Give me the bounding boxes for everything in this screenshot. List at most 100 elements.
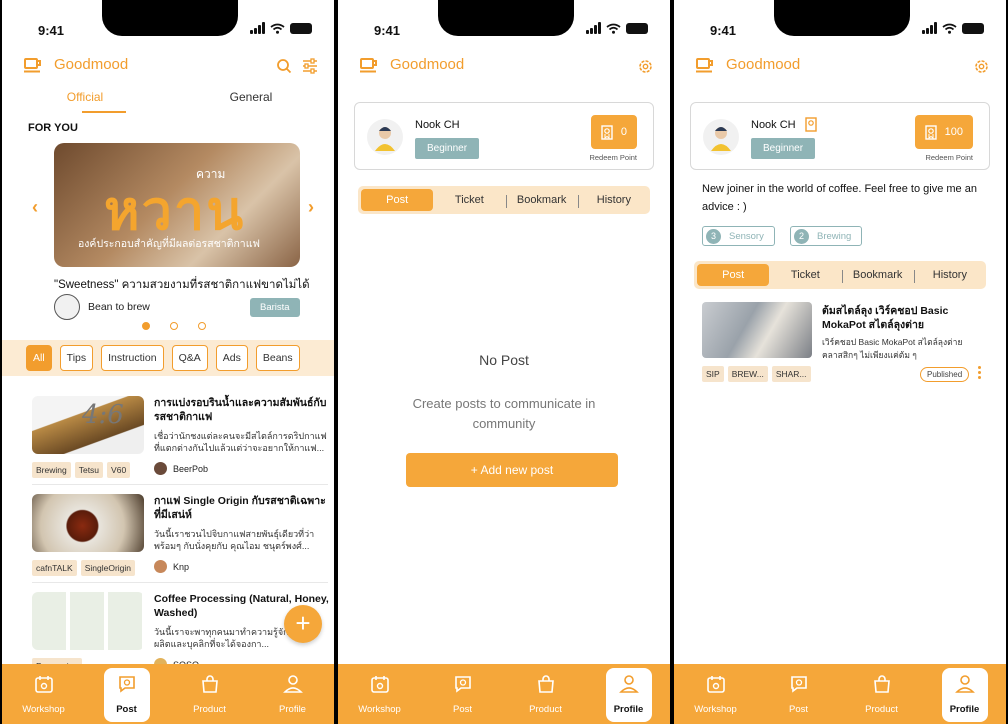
status-icons xyxy=(922,22,984,34)
nav-post[interactable]: Post xyxy=(85,664,168,724)
status-bar: 9:41 xyxy=(674,0,1006,48)
settings-gear-icon[interactable] xyxy=(973,58,990,75)
feed-tabs: Official General xyxy=(2,90,334,116)
post-chat-icon xyxy=(454,676,471,693)
carousel-prev-icon[interactable]: ‹ xyxy=(32,197,38,218)
search-icon[interactable] xyxy=(276,58,292,74)
author-avatar xyxy=(154,462,167,475)
chip-tips[interactable]: Tips xyxy=(59,345,94,371)
author-avatar xyxy=(154,560,167,573)
tab-bookmark[interactable]: Bookmark xyxy=(505,194,578,208)
points-button[interactable]: 0 xyxy=(590,115,637,149)
nav-product[interactable]: Product xyxy=(504,664,587,724)
nav-post[interactable]: Post xyxy=(757,664,840,724)
user-post-item[interactable]: ต้มสไตล์ลุง เวิร์คชอป Basic MokaPot สไตล… xyxy=(702,302,992,386)
skill-badge-brewing[interactable]: 2 Brewing xyxy=(790,226,863,246)
tag[interactable]: BREW... xyxy=(727,366,768,382)
status-time: 9:41 xyxy=(374,23,401,38)
chip-instruction[interactable]: Instruction xyxy=(101,345,164,371)
profile-bio: New joiner in the world of coffee. Feel … xyxy=(702,183,977,213)
post-chat-icon xyxy=(118,676,135,693)
phone-feed-screen: 9:41 Goodmood Official General FOR YOU ‹… xyxy=(2,0,334,724)
author-name: Bean to brew xyxy=(88,301,150,313)
tab-history[interactable]: History xyxy=(577,194,650,208)
tab-ticket[interactable]: Ticket xyxy=(769,269,841,281)
tag[interactable]: SingleOrigin xyxy=(80,560,136,576)
nav-label: Product xyxy=(193,704,226,715)
calendar-icon xyxy=(706,676,725,693)
settings-gear-icon[interactable] xyxy=(637,58,654,75)
category-chips: All Tips Instruction Q&A Ads Beans xyxy=(2,340,334,376)
nav-profile[interactable]: Profile xyxy=(587,664,670,724)
profile-avatar[interactable] xyxy=(367,119,403,155)
nav-workshop[interactable]: Workshop xyxy=(674,664,757,724)
tab-ticket[interactable]: Ticket xyxy=(433,194,505,206)
chip-beans[interactable]: Beans xyxy=(255,345,300,371)
nav-label: Workshop xyxy=(694,704,737,715)
battery-icon xyxy=(962,22,984,34)
author-name: BeerPob xyxy=(173,463,209,474)
tag[interactable]: V60 xyxy=(107,462,131,478)
post-excerpt: เชื่อว่านักชงแต่ละคนจะมีสไตล์การดริปกาแฟ… xyxy=(154,431,327,453)
dot-active[interactable] xyxy=(142,322,150,330)
redeem-label[interactable]: Redeem Point xyxy=(589,153,637,162)
signal-icon xyxy=(250,22,265,34)
featured-author[interactable]: Bean to brew xyxy=(54,294,150,320)
redeem-label[interactable]: Redeem Point xyxy=(925,153,973,162)
add-post-fab[interactable]: + xyxy=(284,605,322,643)
nav-profile[interactable]: Profile xyxy=(251,664,334,724)
tab-history[interactable]: History xyxy=(913,269,986,283)
tag[interactable]: SIP xyxy=(702,366,724,382)
points-button[interactable]: 100 xyxy=(914,115,973,149)
tab-post[interactable]: Post xyxy=(361,189,434,211)
nav-product[interactable]: Product xyxy=(168,664,251,724)
post-author[interactable]: Knp xyxy=(154,560,189,573)
bottom-nav: Workshop Post Product Profile xyxy=(2,664,334,724)
tab-post[interactable]: Post xyxy=(697,264,770,286)
tag[interactable]: Brewing xyxy=(32,462,71,478)
brand[interactable]: Goodmood xyxy=(24,56,128,73)
carousel-dots xyxy=(142,322,206,330)
active-tab-underline xyxy=(82,111,126,113)
tab-bookmark[interactable]: Bookmark xyxy=(841,269,914,283)
filter-sliders-icon[interactable] xyxy=(302,58,318,74)
reward-badge-icon xyxy=(924,124,937,140)
nav-post[interactable]: Post xyxy=(421,664,504,724)
nav-profile[interactable]: Profile xyxy=(923,664,1006,724)
tag[interactable]: Tetsu xyxy=(74,462,104,478)
more-options-icon[interactable] xyxy=(978,366,982,381)
brand-name: Goodmood xyxy=(726,56,801,73)
avatar-illustration xyxy=(711,127,731,151)
nav-workshop[interactable]: Workshop xyxy=(2,664,85,724)
profile-avatar[interactable] xyxy=(703,119,739,155)
tag[interactable]: SHAR... xyxy=(771,366,811,382)
tag[interactable]: cafnTALK xyxy=(32,560,77,576)
profile-card: Nook CH Beginner 0 Redeem Point xyxy=(354,102,654,170)
brand[interactable]: Goodmood xyxy=(696,56,800,73)
profile-tabs: Post Ticket Bookmark History xyxy=(694,261,986,289)
phone-profile-posts: 9:41 Goodmood Nook CH Beginner 100 Redee… xyxy=(674,0,1006,724)
featured-caption[interactable]: "Sweetness" ความสวยงามที่รสชาติกาแฟขาดไม… xyxy=(54,276,310,294)
dot[interactable] xyxy=(170,322,178,330)
nav-product[interactable]: Product xyxy=(840,664,923,724)
skill-badge-sensory[interactable]: 3 Sensory xyxy=(702,226,775,246)
add-new-post-button[interactable]: + Add new post xyxy=(406,453,618,487)
calendar-icon xyxy=(34,676,53,693)
brand[interactable]: Goodmood xyxy=(360,56,464,73)
calendar-icon xyxy=(370,676,389,693)
carousel-next-icon[interactable]: › xyxy=(308,197,314,218)
tab-general[interactable]: General xyxy=(168,90,334,116)
chip-qa[interactable]: Q&A xyxy=(171,345,208,371)
chip-all[interactable]: All xyxy=(26,345,52,371)
post-excerpt: เวิร์คชอป Basic MokaPot สไตล์ลุงต่าย คลา… xyxy=(822,337,963,360)
featured-carousel-card[interactable]: หวาน ความ องค์ประกอบสำคัญที่มีผลต่อรสชาต… xyxy=(54,143,300,267)
post-author[interactable]: BeerPob xyxy=(154,462,208,475)
chip-ads[interactable]: Ads xyxy=(215,345,248,371)
thumbnail-text: 4:6 xyxy=(82,400,124,430)
signal-icon xyxy=(586,22,601,34)
nav-workshop[interactable]: Workshop xyxy=(338,664,421,724)
dot[interactable] xyxy=(198,322,206,330)
divider xyxy=(32,484,328,485)
bottom-nav: Workshop Post Product Profile xyxy=(674,664,1006,724)
status-icons xyxy=(250,22,312,34)
